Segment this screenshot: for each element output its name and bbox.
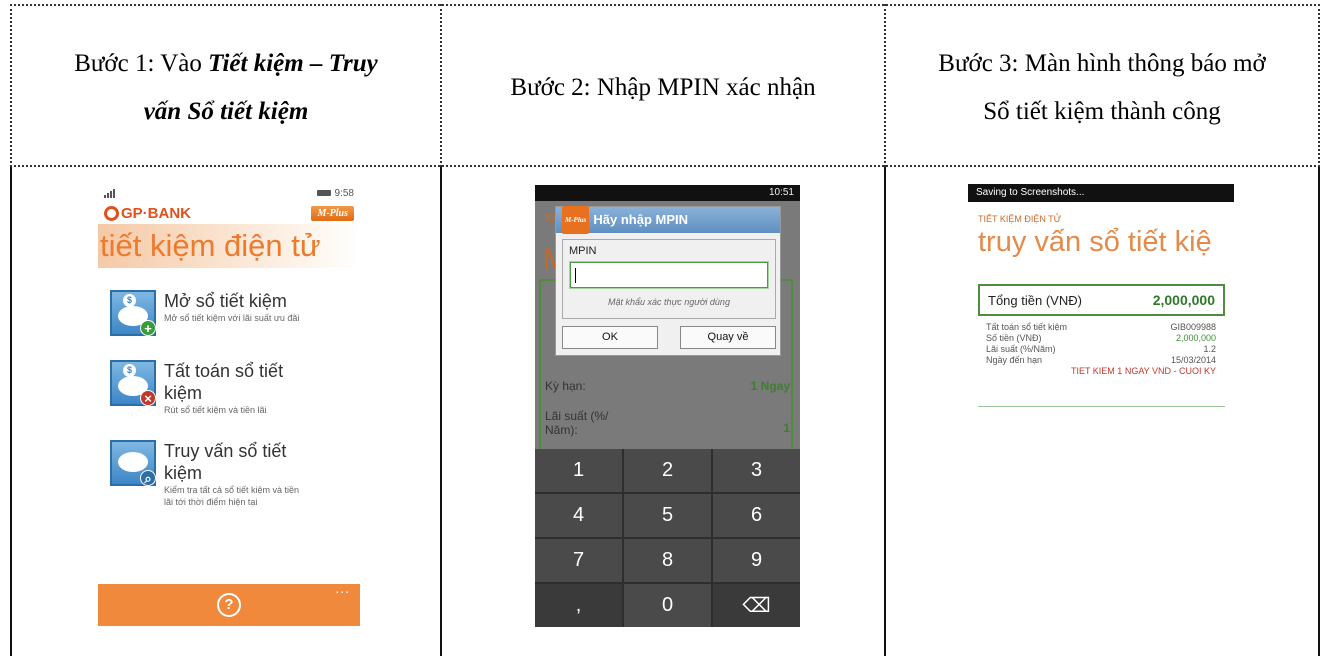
- key-comma[interactable]: ,: [535, 584, 622, 627]
- detail-label: Tất toán sổ tiết kiệm: [986, 322, 1068, 332]
- total-box: Tổng tiền (VNĐ) 2,000,000: [978, 284, 1225, 316]
- menu-item-title-line-2: kiệm: [164, 383, 203, 403]
- step-1-header: Bước 1: Vào Tiết kiệm – Truy vấn Sổ tiết…: [12, 10, 440, 165]
- app-badge: M-Plus: [311, 205, 354, 221]
- key-7[interactable]: 7: [535, 539, 622, 582]
- step-1-emphasis-2: vấn Sổ tiết kiệm: [143, 97, 309, 125]
- key-3[interactable]: 3: [713, 449, 800, 492]
- app-bar: ? ...: [98, 580, 360, 626]
- key-2[interactable]: 2: [624, 449, 711, 492]
- status-time: 10:51: [535, 185, 800, 201]
- more-options-icon[interactable]: ...: [335, 580, 350, 596]
- detail-label: Lãi suất (%/Năm): [986, 344, 1056, 354]
- phone-screen-mpin: 10:51 XÁ M Kỳ hạn: 1 Ngay Lãi suất (%/Nă…: [535, 185, 800, 627]
- mpin-field-group: MPIN Mật khẩu xác thực người dùng: [562, 239, 776, 319]
- piggy-bank-close-icon: $ ×: [110, 360, 156, 406]
- menu-item-subtitle-line-1: Kiểm tra tất cả sổ tiết kiệm và tiền: [164, 485, 300, 495]
- step-1-prefix: Bước 1: Vào: [74, 49, 209, 77]
- detail-label: Ngày đến hạn: [986, 355, 1043, 365]
- status-time: 9:58: [334, 187, 354, 199]
- step-3-line-1: Bước 3: Màn hình thông báo mở: [938, 49, 1266, 77]
- total-value: 2,000,000: [1152, 292, 1215, 308]
- bank-logo: GP·BANK: [104, 205, 191, 222]
- total-label: Tổng tiền (VNĐ): [988, 292, 1082, 308]
- detail-value: 1.2: [1203, 344, 1216, 354]
- bank-logo-icon: [104, 205, 119, 221]
- menu-item-subtitle: Rút sổ tiết kiệm và tiền lãi: [164, 405, 267, 415]
- key-8[interactable]: 8: [624, 539, 711, 582]
- mpin-dialog: M-Plus Hãy nhập MPIN MPIN Mật khẩu xác t…: [555, 206, 781, 356]
- detail-value: 15/03/2014: [1170, 355, 1216, 365]
- dialog-title-bar: M-Plus Hãy nhập MPIN: [556, 206, 780, 234]
- back-button[interactable]: Quay về: [680, 326, 776, 349]
- step-2-text: Bước 2: Nhập MPIN xác nhận: [510, 73, 816, 101]
- ok-button[interactable]: OK: [562, 326, 658, 349]
- row-label: Kỳ hạn:: [545, 379, 586, 393]
- menu-item-query-savings[interactable]: ⌕ Truy vấn sổ tiết kiệm Kiểm tra tất cả …: [110, 440, 356, 508]
- numeric-keypad: 1 2 3 4 5 6 7 8 9 , 0 ⌫: [535, 449, 800, 627]
- step-3-line-2: Sổ tiết kiệm thành công: [983, 97, 1221, 125]
- detail-value: 2,000,000: [1175, 333, 1216, 343]
- table-right-border-bottom: [1318, 167, 1320, 656]
- step-1-emphasis-1: Tiết kiệm – Truy: [208, 49, 378, 77]
- key-6[interactable]: 6: [713, 494, 800, 537]
- detail-label: Số tiền (VNĐ): [986, 333, 1042, 343]
- mpin-hint: Mật khẩu xác thực người dùng: [608, 297, 730, 307]
- piggy-bank-add-icon: $ +: [110, 290, 156, 336]
- app-badge: M-Plus: [562, 206, 590, 234]
- brand-bar: GP·BANK M-Plus: [98, 202, 360, 224]
- detail-row: Ngày đến hạn 15/03/2014: [986, 355, 1216, 366]
- divider: [978, 406, 1225, 407]
- bank-logo-text: GP·BANK: [121, 204, 191, 222]
- phone-screen-savings-menu: 9:58 GP·BANK M-Plus tiết kiệm điện tử $ …: [98, 184, 360, 626]
- row-label-line-1: Lãi suất (%/: [545, 409, 609, 423]
- menu-item-title-line-1: Tất toán sổ tiết: [164, 361, 284, 381]
- menu-item-subtitle: Mở sổ tiết kiệm với lãi suất ưu đãi: [164, 313, 300, 323]
- table-left-border-bottom: [10, 167, 12, 656]
- detail-row: Lãi suất (%/Năm) 1.2: [986, 344, 1216, 355]
- signal-icon: [104, 188, 115, 198]
- mpin-input[interactable]: [570, 262, 768, 288]
- breadcrumb: TIẾT KIỆM ĐIỆN TỬ: [978, 214, 1062, 224]
- status-bar: 9:58: [98, 184, 360, 202]
- dialog-title: Hãy nhập MPIN: [593, 212, 689, 227]
- background-row-term: Kỳ hạn: 1 Ngay: [545, 379, 790, 393]
- piggy-bank-search-icon: ⌕: [110, 440, 156, 486]
- mpin-label: MPIN: [569, 245, 597, 257]
- table-row-divider: [10, 165, 1320, 167]
- key-0[interactable]: 0: [624, 584, 711, 627]
- backspace-icon[interactable]: ⌫: [713, 584, 800, 627]
- background-row-rate: Lãi suất (%/Năm): 1: [545, 409, 790, 437]
- step-3-header: Bước 3: Màn hình thông báo mở Sổ tiết ki…: [886, 10, 1318, 165]
- menu-item-open-savings[interactable]: $ + Mở sổ tiết kiệm Mở sổ tiết kiệm với …: [110, 290, 356, 336]
- status-bar: Saving to Screenshots...: [968, 184, 1234, 202]
- menu-item-title: Mở sổ tiết kiệm: [164, 291, 287, 311]
- menu-item-title-line-2: kiệm: [164, 463, 203, 483]
- detail-row[interactable]: Tất toán sổ tiết kiệm GIB009988: [986, 322, 1216, 333]
- table-right-border-top: [1318, 4, 1320, 167]
- table-top-border: [10, 4, 1320, 6]
- key-5[interactable]: 5: [624, 494, 711, 537]
- savings-plan-name: TIET KIEM 1 NGAY VND - CUOI KY: [1070, 366, 1216, 376]
- menu-item-title-line-1: Truy vấn sổ tiết: [164, 441, 287, 461]
- key-9[interactable]: 9: [713, 539, 800, 582]
- menu-item-close-savings[interactable]: $ × Tất toán sổ tiết kiệm Rút sổ tiết ki…: [110, 360, 356, 416]
- page-title: truy vấn sổ tiết kiệ: [978, 226, 1212, 258]
- page-title: tiết kiệm điện tử: [98, 224, 360, 268]
- table-divider-1-bottom: [440, 167, 442, 656]
- row-value: 1: [783, 421, 790, 435]
- row-label-line-2: Năm):: [545, 423, 578, 437]
- phone-screen-savings-query: Saving to Screenshots... TIẾT KIỆM ĐIỆN …: [968, 184, 1234, 626]
- table-divider-2-bottom: [884, 167, 886, 656]
- detail-value: GIB009988: [1170, 322, 1216, 332]
- row-value: 1 Ngay: [750, 379, 790, 393]
- key-1[interactable]: 1: [535, 449, 622, 492]
- detail-row: Số tiền (VNĐ) 2,000,000: [986, 333, 1216, 344]
- step-2-header: Bước 2: Nhập MPIN xác nhận: [442, 10, 884, 165]
- key-4[interactable]: 4: [535, 494, 622, 537]
- help-icon[interactable]: ?: [217, 593, 241, 617]
- menu-item-subtitle-line-2: lãi tới thời điểm hiện tại: [164, 497, 258, 507]
- battery-icon: [316, 190, 331, 196]
